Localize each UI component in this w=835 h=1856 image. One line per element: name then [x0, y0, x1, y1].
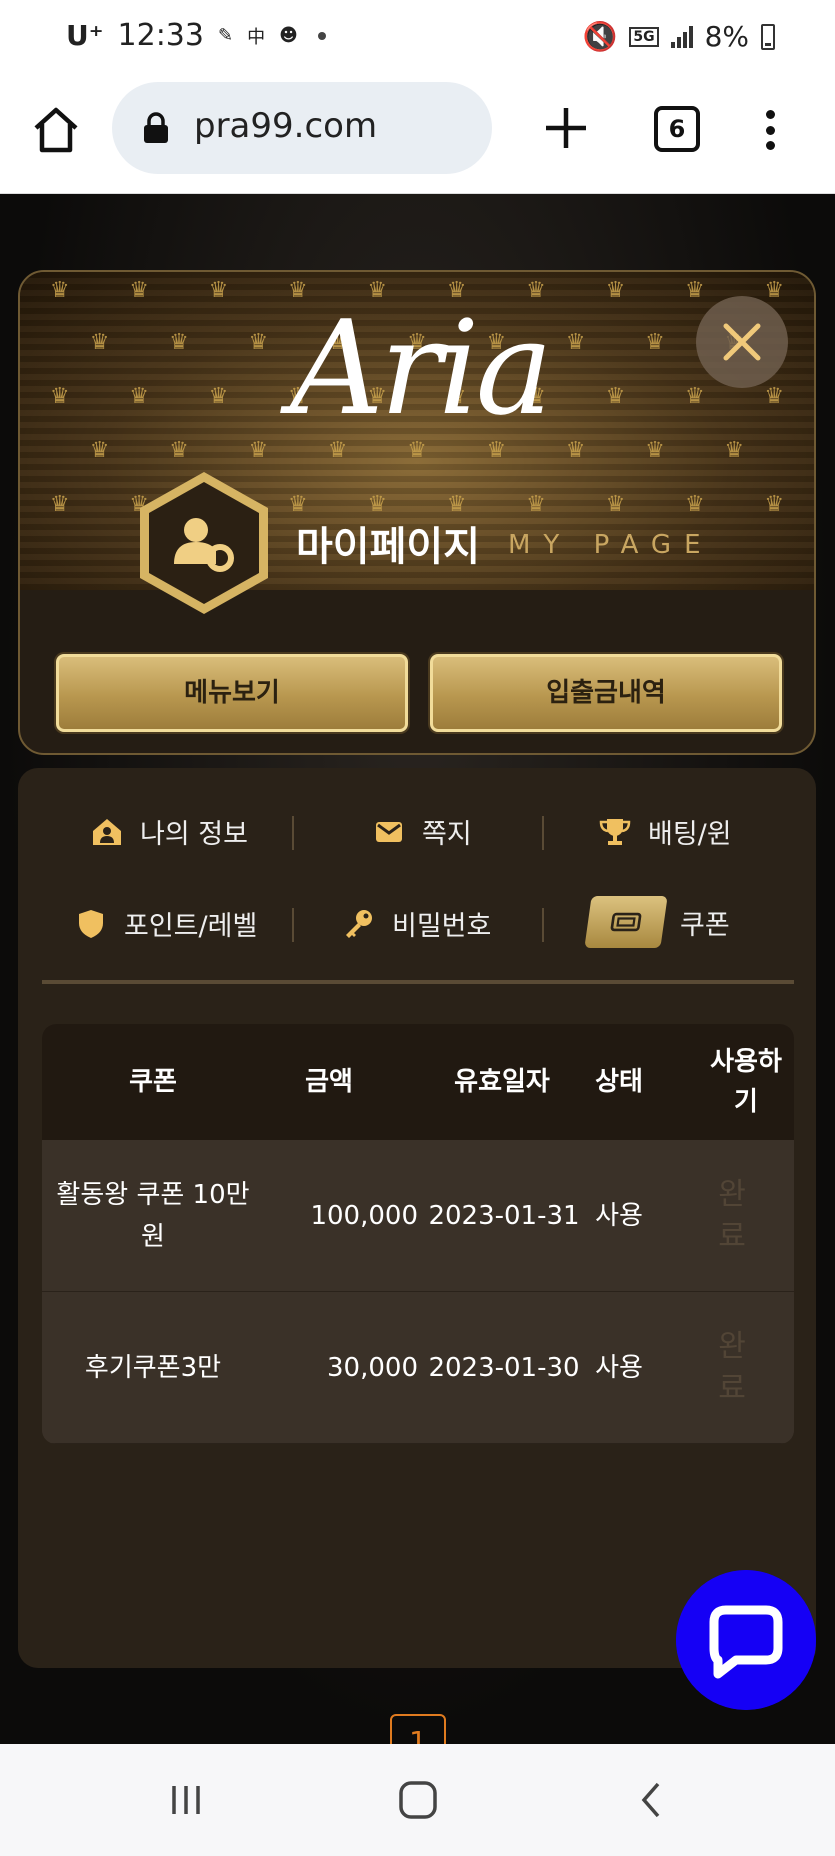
- home-icon[interactable]: [30, 104, 82, 156]
- tab-password[interactable]: 비밀번호: [342, 904, 491, 943]
- tab-messages-label: 쪽지: [422, 819, 472, 850]
- page-title: 마이페이지: [296, 524, 480, 570]
- coupon-status: 사용: [595, 1353, 643, 1383]
- coupon-valid-date: 2023-01-30: [428, 1353, 580, 1383]
- aria-logo: Aria: [290, 292, 553, 444]
- tab-points-level[interactable]: 포인트/레벨: [74, 904, 257, 943]
- back-icon[interactable]: [632, 1780, 672, 1820]
- mypage-panel: 나의 정보 쪽지 배팅/윈 포인트/레벨 비밀번호 쿠폰 쿠폰 금액 유효일자 …: [18, 768, 816, 1744]
- tab-password-label: 비밀번호: [392, 911, 492, 942]
- nav-divider: [542, 908, 544, 942]
- envelope-icon: [376, 821, 402, 842]
- coupon-status: 사용: [595, 1201, 643, 1231]
- clock: 12:33: [117, 18, 204, 53]
- carrier-label: U⁺: [66, 19, 104, 52]
- network-type: 5G: [629, 26, 659, 47]
- column-header-valid-date: 유효일자: [454, 1067, 550, 1097]
- mute-icon: 🔇: [582, 20, 618, 53]
- coupon-valid-date: 2023-01-31: [428, 1201, 580, 1231]
- close-icon[interactable]: [696, 296, 788, 388]
- coupon-name: 후기쿠폰3만: [84, 1353, 222, 1383]
- system-nav-bar: [0, 1744, 835, 1856]
- tab-my-info[interactable]: 나의 정보: [90, 812, 248, 851]
- nav-underline: [42, 980, 794, 984]
- column-header-use: 사용하기: [710, 1047, 782, 1117]
- table-row: 후기쿠폰3만 30,000 2023-01-30 사용 완료: [42, 1292, 794, 1444]
- battery-level: 8%: [704, 20, 749, 53]
- tab-points-level-label: 포인트/레벨: [124, 911, 258, 942]
- tab-switcher-button[interactable]: 6: [654, 106, 700, 152]
- pagination-page-button[interactable]: 1: [390, 1714, 446, 1744]
- trophy-icon: [599, 818, 631, 845]
- nav-divider: [542, 816, 544, 850]
- home-nav-icon[interactable]: [398, 1780, 438, 1820]
- tab-betting[interactable]: 배팅/윈: [598, 812, 732, 851]
- recent-apps-icon[interactable]: [166, 1780, 206, 1820]
- tab-messages[interactable]: 쪽지: [372, 812, 472, 851]
- link-icon: ✎: [217, 25, 234, 46]
- browser-toolbar: pra99.com 6: [0, 76, 835, 194]
- url-text: pra99.com: [194, 106, 378, 146]
- tab-betting-label: 배팅/윈: [648, 819, 732, 850]
- chat-icon[interactable]: [676, 1570, 816, 1710]
- signal-icon: [670, 25, 693, 48]
- key-icon: [346, 909, 372, 938]
- column-header-coupon: 쿠폰: [129, 1067, 177, 1097]
- battery-icon: [761, 23, 775, 50]
- column-header-status: 상태: [595, 1067, 643, 1097]
- nav-divider: [292, 908, 294, 942]
- tab-my-info-label: 나의 정보: [140, 819, 248, 850]
- user-settings-icon: [140, 472, 268, 614]
- address-bar[interactable]: pra99.com: [112, 82, 492, 174]
- coupon-amount: 30,000: [327, 1353, 418, 1383]
- notification-dot-icon: [317, 31, 326, 40]
- coupon-amount: 100,000: [310, 1201, 418, 1231]
- new-tab-icon[interactable]: [540, 102, 592, 154]
- house-user-icon: [93, 818, 121, 845]
- coupon-name: 활동왕 쿠폰 10만원: [56, 1180, 250, 1252]
- nav-divider: [292, 816, 294, 850]
- column-header-amount: 금액: [305, 1067, 353, 1097]
- emoji-icon: ☻: [279, 25, 298, 46]
- transaction-history-button[interactable]: 입출금내역: [430, 654, 782, 732]
- web-content: ♛ ♛ ♛ ♛ ♛ ♛ ♛ ♛ ♛ ♛ ♛ ♛ ♛ ♛ ♛ ♛ ♛ ♛ ♛ ♛ ♛ ♛ ♛ ♛ ♛ ♛ ♛ ♛ ♛ ♛ ♛ ♛ ♛ ♛ ♛ ♛ ♛…: [0, 194, 835, 1744]
- menu-button[interactable]: 메뉴보기: [56, 654, 408, 732]
- table-header: 쿠폰 금액 유효일자 상태 사용하기: [42, 1024, 794, 1140]
- coupon-use-done: 완료: [718, 1329, 746, 1406]
- coupon-table: 쿠폰 금액 유효일자 상태 사용하기 활동왕 쿠폰 10만원 100,000 2…: [42, 1024, 794, 1444]
- coupon-use-done: 완료: [718, 1177, 746, 1254]
- table-row: 활동왕 쿠폰 10만원 100,000 2023-01-31 사용 완료: [42, 1140, 794, 1292]
- page-subtitle: MY PAGE: [508, 530, 714, 560]
- more-menu-icon[interactable]: [760, 104, 780, 156]
- tab-coupon[interactable]: 쿠폰: [584, 896, 730, 948]
- tab-coupon-label: 쿠폰: [680, 909, 730, 941]
- lock-icon: [144, 112, 168, 143]
- shield-icon: [79, 909, 103, 938]
- status-bar: U⁺ 12:33 ✎ 中 ☻ 🔇 5G 8%: [0, 0, 835, 76]
- ticket-icon: [584, 896, 668, 948]
- chinese-input-icon: 中: [247, 26, 266, 48]
- mypage-modal: ♛ ♛ ♛ ♛ ♛ ♛ ♛ ♛ ♛ ♛ ♛ ♛ ♛ ♛ ♛ ♛ ♛ ♛ ♛ ♛ ♛ ♛ ♛ ♛ ♛ ♛ ♛ ♛ ♛ ♛ ♛ ♛ ♛ ♛ ♛ ♛ ♛…: [18, 270, 816, 755]
